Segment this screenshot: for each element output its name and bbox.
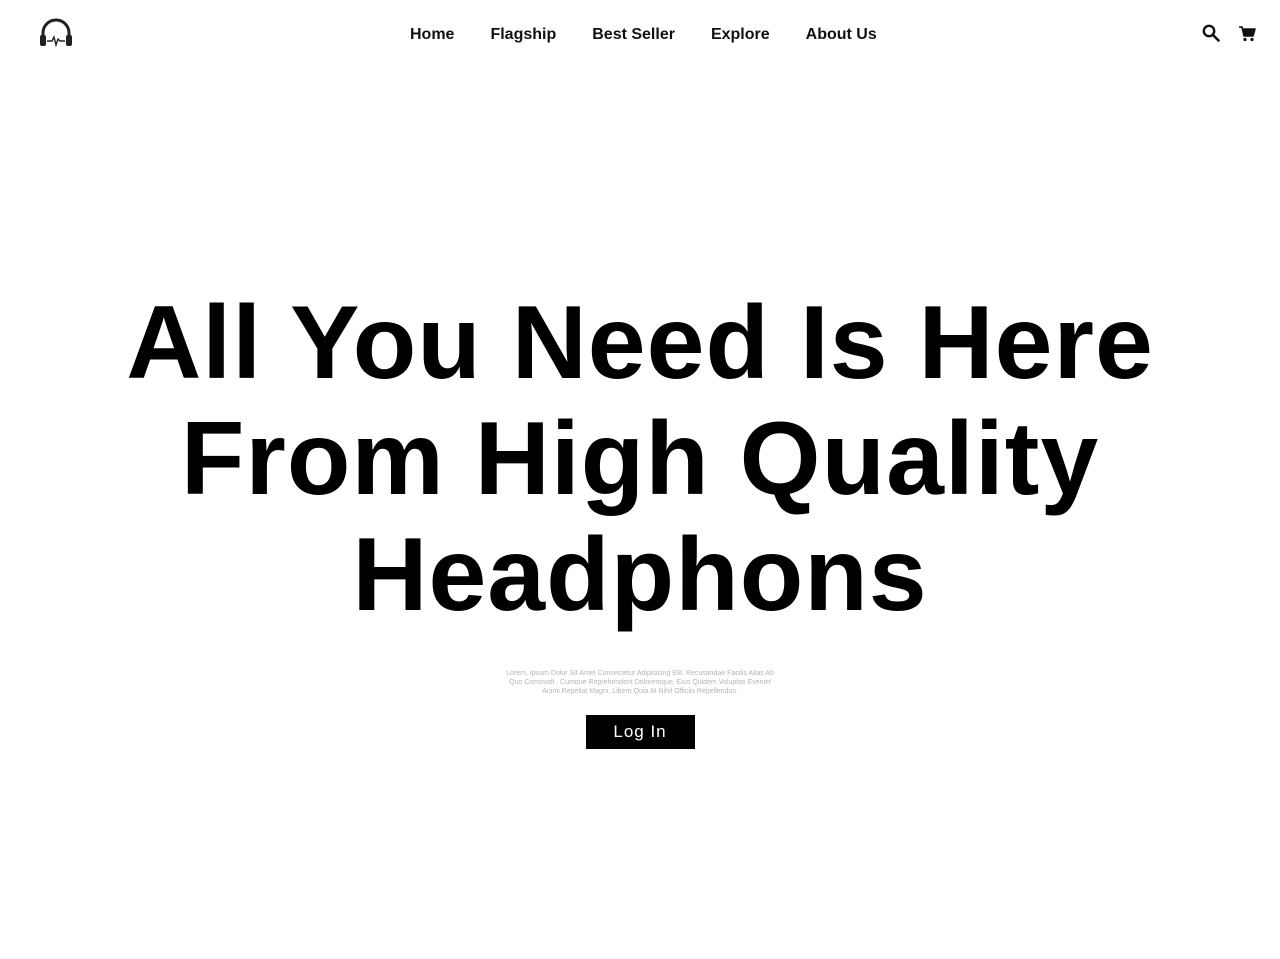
main-nav: Home Flagship Best Seller Explore About … <box>392 22 895 48</box>
nav-home[interactable]: Home <box>392 22 472 48</box>
hero-description: Lorem, Ipsum Dolor Sit Amet Consectetur … <box>506 670 774 695</box>
hero-section: All You Need Is Here From High Quality H… <box>0 285 1280 749</box>
nav-about-us[interactable]: About Us <box>788 22 895 48</box>
nav-best-seller[interactable]: Best Seller <box>574 22 693 48</box>
cart-icon[interactable] <box>1238 24 1256 42</box>
headphones-logo-icon[interactable] <box>38 18 74 48</box>
nav-explore[interactable]: Explore <box>693 22 788 48</box>
site-header: Home Flagship Best Seller Explore About … <box>0 0 1280 70</box>
nav-flagship[interactable]: Flagship <box>472 22 574 48</box>
login-button[interactable]: Log In <box>585 715 695 749</box>
hero-headline: All You Need Is Here From High Quality H… <box>126 285 1154 633</box>
search-icon[interactable] <box>1202 24 1220 42</box>
header-actions <box>1202 24 1256 42</box>
